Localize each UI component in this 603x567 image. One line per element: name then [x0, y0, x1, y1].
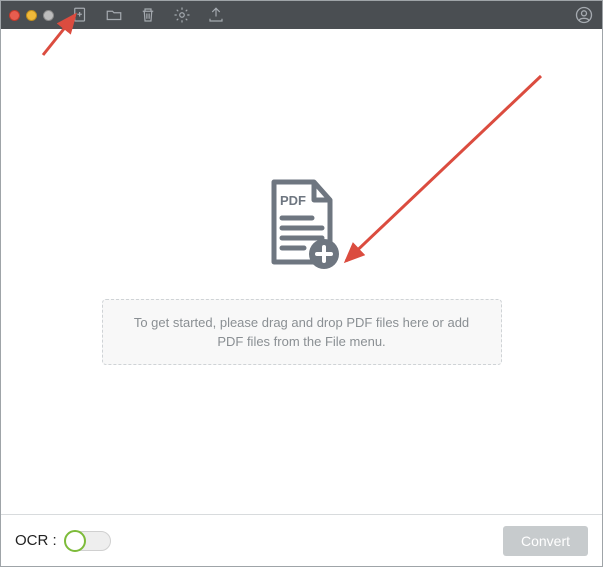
titlebar: [1, 1, 602, 29]
footer: OCR : Convert: [1, 514, 602, 566]
zoom-window-button[interactable]: [43, 10, 54, 21]
toolbar-icons: [70, 5, 226, 25]
main-area: PDF To get started, please drag and drop…: [1, 29, 602, 514]
ocr-label: OCR :: [15, 532, 57, 549]
pdf-badge-text: PDF: [280, 193, 306, 208]
app-window: PDF To get started, please drag and drop…: [0, 0, 603, 567]
pdf-add-illustration[interactable]: PDF: [260, 178, 344, 277]
delete-button[interactable]: [138, 5, 158, 25]
dropzone[interactable]: To get started, please drag and drop PDF…: [102, 299, 502, 365]
window-traffic-lights: [9, 10, 54, 21]
ocr-toggle-knob: [64, 530, 86, 552]
add-file-icon: [71, 6, 89, 24]
close-window-button[interactable]: [9, 10, 20, 21]
open-folder-button[interactable]: [104, 5, 124, 25]
ocr-toggle[interactable]: [65, 531, 111, 551]
trash-icon: [139, 6, 157, 24]
export-button[interactable]: [206, 5, 226, 25]
user-icon: [574, 5, 594, 25]
upload-icon: [207, 6, 225, 24]
minimize-window-button[interactable]: [26, 10, 37, 21]
dropzone-text: To get started, please drag and drop PDF…: [127, 313, 477, 352]
account-button[interactable]: [574, 5, 594, 25]
settings-button[interactable]: [172, 5, 192, 25]
gear-icon: [173, 6, 191, 24]
folder-icon: [105, 6, 123, 24]
convert-button[interactable]: Convert: [503, 526, 588, 556]
add-file-button[interactable]: [70, 5, 90, 25]
